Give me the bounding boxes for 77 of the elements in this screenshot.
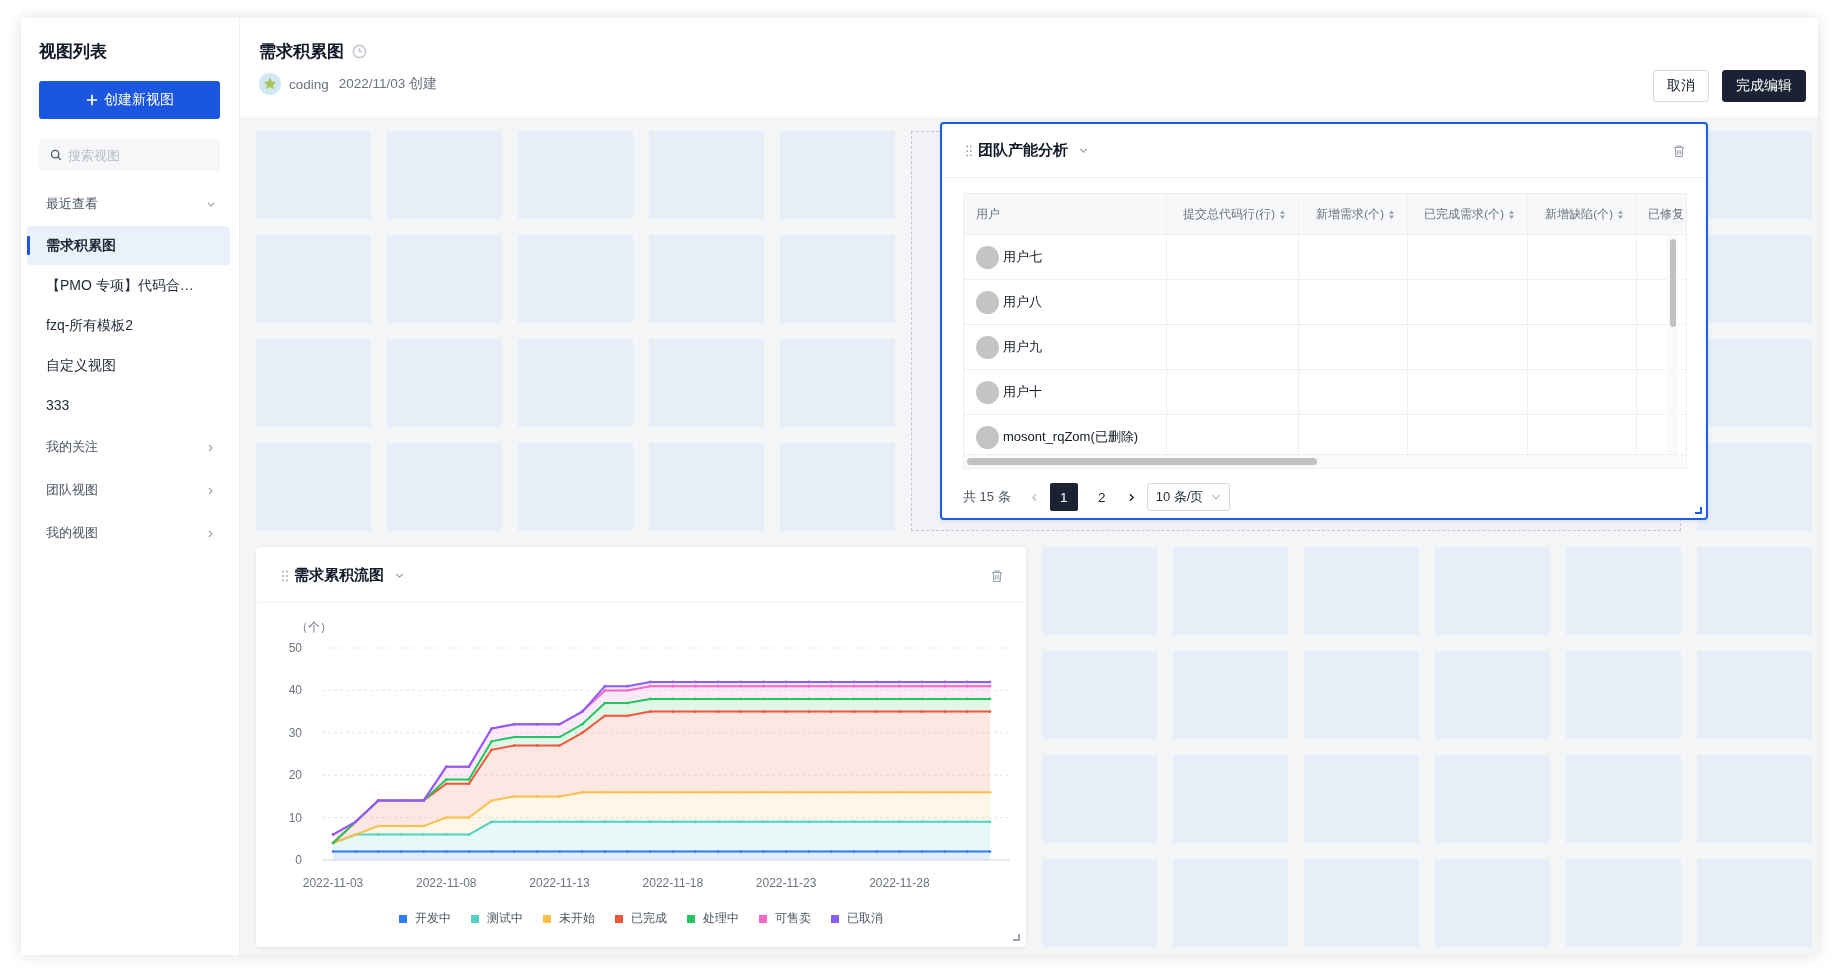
x-tick-label: 2022-11-08 (416, 876, 477, 890)
y-axis-label: （个） (296, 620, 332, 634)
chart-widget[interactable]: 需求累积流图 （个） 0 10 20 30 40 50 2022-11-03 2022-11-08 2022-11-13 2022-11-18 2022-11-23 2022-11-28 开发中 测试中 未开始 已完成 处理中 可售卖 已取消 (256, 547, 1026, 947)
drag-handle-icon[interactable] (282, 569, 288, 582)
column-header[interactable]: 已修复 (1637, 194, 1686, 234)
user-avatar-icon (976, 380, 999, 404)
sidebar-item[interactable]: 自定义视图 (27, 346, 230, 385)
sort-icon[interactable] (1388, 208, 1395, 220)
widget-title: 团队产能分析 (978, 141, 1068, 160)
trash-icon[interactable] (1672, 143, 1686, 158)
column-header[interactable]: 提交总代码行(行) (1167, 194, 1299, 234)
x-tick-label: 2022-11-03 (302, 876, 364, 890)
legend-label[interactable]: 已完成 (631, 911, 667, 926)
table-widget[interactable]: 团队产能分析 用户 提交总代码行(行) 新增需求(个) 已完成需求(个) 新增缺陷(个) 已修复 用户七 用户八 用户九 用户十 mosont_rqZom(已删除) 共 15 条 1 2 10 条/页 (940, 122, 1708, 520)
trash-icon[interactable] (990, 568, 1004, 583)
done-button[interactable]: 完成编辑 (1722, 70, 1806, 102)
chevron-icon (1211, 492, 1222, 502)
created-date: 2022/11/03 创建 (338, 75, 438, 93)
legend-label[interactable]: 已取消 (847, 911, 883, 926)
sidebar-title: 视图列表 (39, 41, 108, 63)
plus-icon (85, 94, 98, 106)
column-header[interactable]: 新增需求(个) (1299, 194, 1408, 234)
legend-label[interactable]: 开发中 (415, 911, 451, 926)
y-tick-label: 30 (288, 725, 302, 740)
column-header[interactable]: 用户 (964, 194, 1167, 234)
resize-handle-icon[interactable] (1694, 506, 1702, 514)
section-header[interactable]: 团队视图 (21, 469, 239, 512)
y-tick-label: 40 (288, 683, 302, 698)
legend-label[interactable]: 可售卖 (775, 911, 811, 926)
view-title: 需求积累图 (259, 41, 344, 63)
create-view-button[interactable]: 创建新视图 (39, 81, 220, 119)
author-name: coding (289, 76, 329, 92)
y-tick-label: 20 (288, 768, 302, 783)
search-icon (50, 149, 62, 161)
history-icon[interactable] (352, 44, 367, 59)
x-tick-label: 2022-11-28 (869, 876, 930, 890)
page-button[interactable]: 2 (1087, 483, 1116, 511)
user-avatar-icon (976, 335, 999, 359)
page-button[interactable]: 1 (1049, 483, 1078, 511)
sort-icon[interactable] (1279, 208, 1286, 220)
widget-title: 需求累积流图 (294, 566, 384, 585)
user-avatar-icon (976, 425, 999, 449)
sidebar-item[interactable]: 333 (27, 386, 230, 425)
search-field[interactable]: 搜索视图 (39, 139, 220, 171)
section-header[interactable]: 我的视图 (21, 512, 239, 555)
user-avatar-icon (976, 290, 999, 314)
table-cell: 用户九 (964, 325, 1167, 369)
section-header[interactable]: 最近查看 (21, 183, 239, 226)
sidebar-item[interactable]: fzq-所有模板2 (27, 306, 230, 345)
column-header[interactable]: 新增缺陷(个) (1528, 194, 1637, 234)
legend-label[interactable]: 处理中 (703, 911, 739, 926)
sidebar-item[interactable]: 【PMO 专项】代码合… (27, 266, 230, 305)
page-size-select[interactable]: 10 条/页 (1146, 483, 1231, 511)
table-cell: 用户十 (964, 370, 1167, 414)
star-avatar-icon (259, 73, 281, 95)
y-tick-label: 50 (288, 641, 302, 655)
drag-handle-icon[interactable] (966, 144, 972, 157)
sort-icon[interactable] (1508, 208, 1515, 220)
y-tick-label: 0 (295, 853, 302, 867)
horizontal-scrollbar[interactable] (964, 454, 1686, 468)
table-cell: 用户八 (964, 280, 1167, 324)
table-cell: 用户七 (964, 235, 1167, 279)
user-avatar-icon (976, 245, 999, 269)
vertical-scrollbar[interactable] (1667, 235, 1678, 454)
sidebar-item[interactable]: 需求积累图 (27, 226, 230, 265)
resize-handle-icon[interactable] (1012, 933, 1020, 941)
total-count: 共 15 条 (963, 488, 1011, 506)
sort-icon[interactable] (1617, 208, 1624, 220)
section-header[interactable]: 我的关注 (21, 426, 239, 469)
y-tick-label: 10 (288, 810, 302, 825)
x-tick-label: 2022-11-23 (755, 876, 817, 890)
column-header[interactable]: 已完成需求(个) (1408, 194, 1528, 234)
x-tick-label: 2022-11-13 (529, 876, 590, 890)
x-tick-label: 2022-11-18 (642, 876, 704, 890)
legend-label[interactable]: 测试中 (487, 911, 523, 926)
legend-label[interactable]: 未开始 (559, 911, 595, 926)
cancel-button[interactable]: 取消 (1653, 70, 1709, 102)
